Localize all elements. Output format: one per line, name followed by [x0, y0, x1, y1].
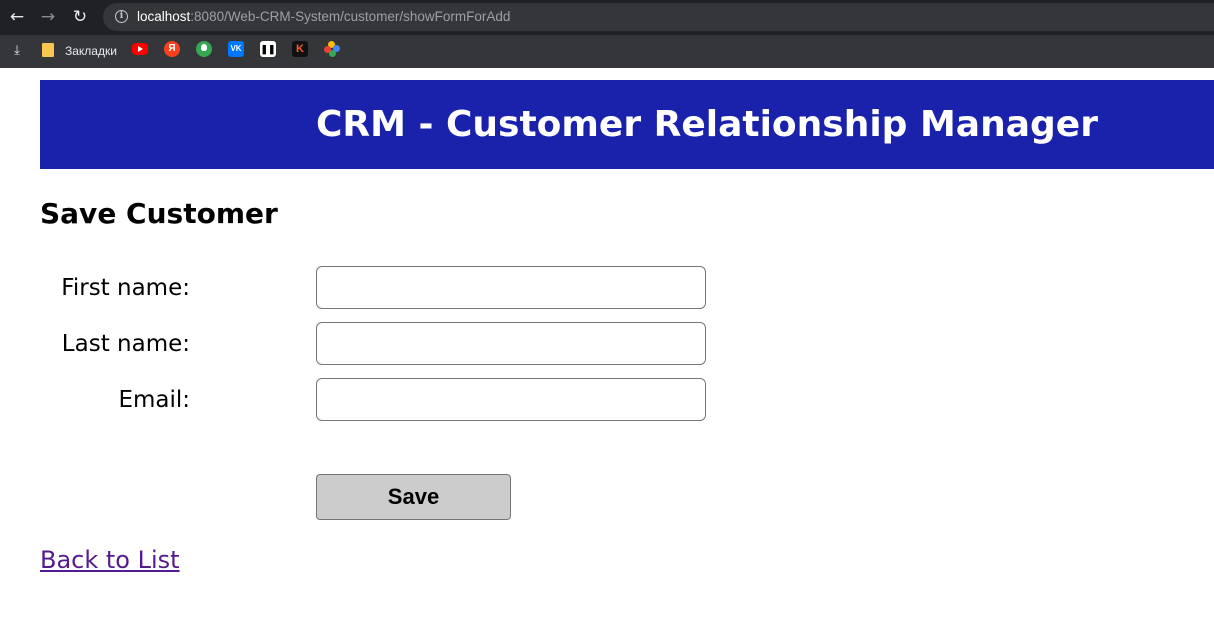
- download-icon[interactable]: ⤓: [10, 42, 24, 60]
- email-label: Email:: [118, 387, 190, 413]
- reload-icon[interactable]: ↻: [70, 7, 90, 27]
- forward-arrow-icon[interactable]: →: [38, 7, 58, 27]
- info-icon[interactable]: i: [115, 10, 128, 23]
- page-header: CRM - Customer Relationship Manager: [40, 80, 1214, 169]
- save-button[interactable]: Save: [316, 474, 511, 520]
- email-input[interactable]: [316, 378, 706, 421]
- header-title: CRM - Customer Relationship Manager: [316, 104, 1098, 145]
- bookmarks-bar: ⤓ Закладки: [0, 35, 1214, 68]
- folder-icon[interactable]: [42, 43, 54, 57]
- page-title: Save Customer: [40, 197, 278, 230]
- yandex-icon[interactable]: Я: [164, 41, 180, 57]
- last-name-label: Last name:: [61, 331, 190, 357]
- address-bar[interactable]: i localhost:8080/Web-CRM-System/customer…: [103, 3, 1214, 31]
- green-leaf-icon[interactable]: [196, 41, 212, 57]
- back-to-list-link[interactable]: Back to List: [40, 545, 180, 575]
- url-host: localhost: [137, 9, 191, 24]
- youtube-icon[interactable]: [132, 43, 148, 55]
- browser-toolbar: ← → ↻ i localhost:8080/Web-CRM-System/cu…: [0, 0, 1214, 35]
- address-url: localhost:8080/Web-CRM-System/customer/s…: [137, 9, 510, 25]
- last-name-input[interactable]: [316, 322, 706, 365]
- vk-icon[interactable]: VK: [228, 41, 244, 57]
- bookmarks-folder-label[interactable]: Закладки: [65, 42, 117, 60]
- first-name-label: First name:: [61, 275, 190, 301]
- back-arrow-icon[interactable]: ←: [7, 7, 27, 27]
- pinwheel-icon[interactable]: [324, 41, 340, 57]
- url-path: :8080/Web-CRM-System/customer/showFormFo…: [190, 9, 511, 24]
- first-name-input[interactable]: [316, 266, 706, 309]
- k-app-icon[interactable]: K: [292, 41, 308, 57]
- pause-app-icon[interactable]: ❚❚: [260, 41, 276, 57]
